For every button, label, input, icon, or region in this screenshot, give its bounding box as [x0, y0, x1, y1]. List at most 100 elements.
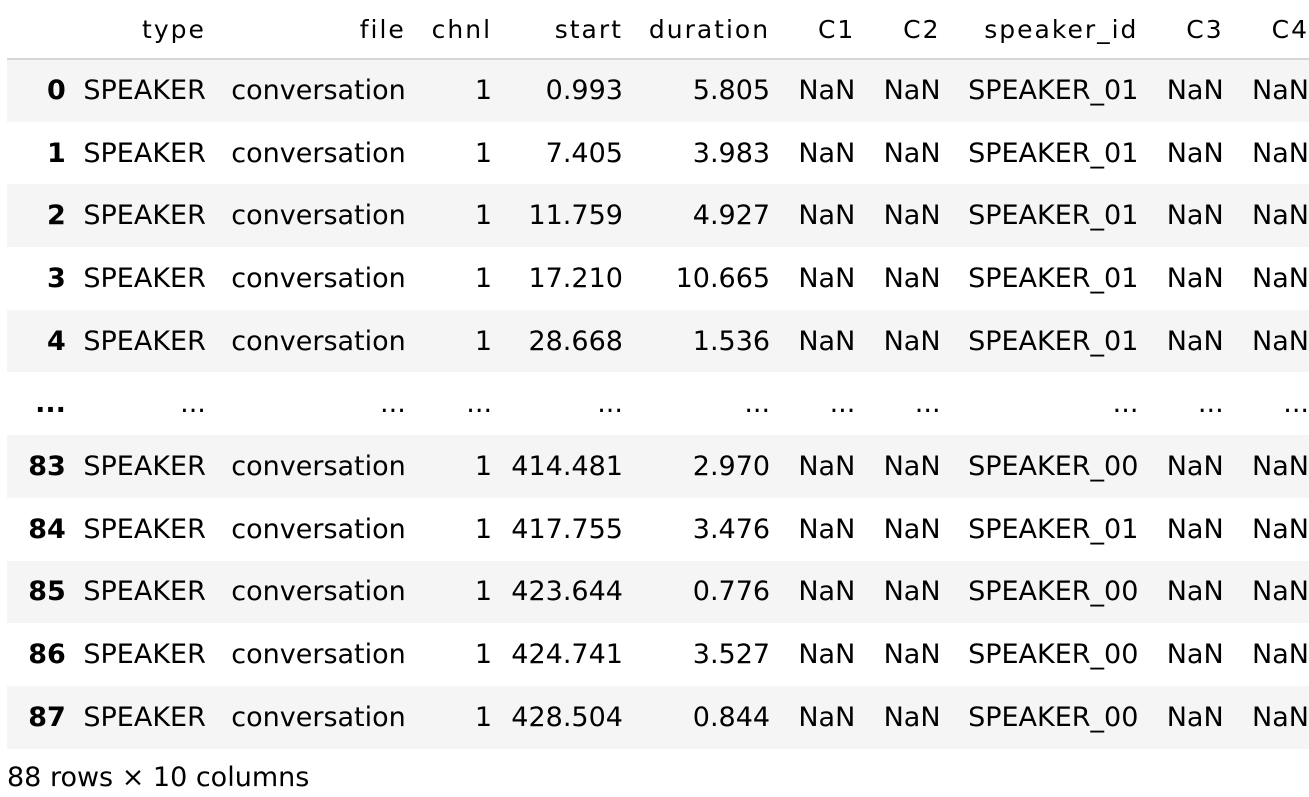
cell-c3: NaN	[1166, 137, 1224, 169]
cell-start: 17.210	[528, 262, 623, 294]
cell-speaker-id: SPEAKER_00	[968, 639, 1139, 671]
row-index-cell: 3	[47, 262, 66, 294]
cell-c3: NaN	[1166, 75, 1224, 107]
table-row: 85 SPEAKER conversation 1 423.644 0.776 NaN NaN…	[7, 560, 1309, 624]
cell-chnl: 1	[474, 325, 493, 357]
cell-c2: NaN	[883, 639, 941, 671]
cell-chnl: 1	[474, 200, 493, 232]
table-row: 84 SPEAKER conversation 1 417.755 3.476 NaN NaN…	[7, 497, 1309, 561]
cell-chnl: 1	[474, 75, 493, 107]
column-header-c2: C2	[855, 0, 941, 60]
cell-start: 428.504	[511, 701, 623, 733]
row-index-cell: ...	[35, 388, 66, 420]
row-index-cell: 83	[28, 450, 66, 482]
cell-c1: NaN	[798, 639, 856, 671]
cell-type: SPEAKER	[83, 75, 206, 107]
cell-start: 28.668	[528, 325, 623, 357]
cell-start: 7.405	[545, 137, 623, 169]
cell-c2: NaN	[883, 262, 941, 294]
table-row: 86 SPEAKER conversation 1 424.741 3.527 NaN NaN…	[7, 623, 1309, 686]
cell-duration: 1.536	[692, 325, 771, 357]
cell-c3: NaN	[1166, 513, 1224, 545]
cell-start: 424.741	[511, 639, 623, 671]
cell-file: conversation	[231, 325, 406, 357]
cell-chnl: 1	[474, 262, 493, 294]
cell-speaker-id: SPEAKER_01	[968, 200, 1139, 232]
table-body: 0 SPEAKER conversation 1 0.993 5.805 NaN NaN SPE…	[7, 59, 1309, 749]
cell-duration: 10.665	[675, 262, 771, 294]
table-row: 2 SPEAKER conversation 1 11.759 4.927 NaN NaN SP…	[7, 184, 1309, 248]
cell-c2: NaN	[883, 513, 941, 545]
cell-c3: NaN	[1166, 325, 1224, 357]
cell-file: ...	[380, 388, 406, 420]
cell-c3: NaN	[1166, 450, 1224, 482]
cell-c3: NaN	[1166, 576, 1224, 608]
cell-c3: ...	[1197, 388, 1224, 420]
cell-chnl: ...	[466, 388, 493, 420]
cell-c4: NaN	[1252, 200, 1309, 232]
cell-file: conversation	[231, 513, 406, 545]
cell-duration: ...	[744, 388, 771, 420]
cell-c3: NaN	[1166, 639, 1224, 671]
cell-c2: NaN	[883, 701, 941, 733]
table-row: 87 SPEAKER conversation 1 428.504 0.844 NaN NaN…	[7, 685, 1309, 749]
cell-c1: NaN	[798, 325, 856, 357]
cell-duration: 2.970	[692, 450, 771, 482]
cell-file: conversation	[231, 262, 406, 294]
table-row: 1 SPEAKER conversation 1 7.405 3.983 NaN NaN SPE…	[7, 121, 1309, 185]
cell-c2: ...	[914, 388, 941, 420]
cell-start: 0.993	[545, 75, 623, 107]
cell-c2: NaN	[883, 325, 941, 357]
dataframe-output: type file chnl start duration C1 C2 spea…	[7, 0, 1309, 749]
cell-speaker-id: SPEAKER_01	[968, 325, 1139, 357]
cell-duration: 5.805	[692, 75, 771, 107]
cell-type: SPEAKER	[83, 513, 206, 545]
cell-file: conversation	[231, 75, 406, 107]
cell-duration: 3.983	[692, 137, 771, 169]
cell-c1: ...	[829, 388, 856, 420]
cell-chnl: 1	[474, 701, 493, 733]
cell-file: conversation	[231, 450, 406, 482]
cell-c3: NaN	[1166, 200, 1224, 232]
row-index-cell: 2	[47, 200, 66, 232]
cell-duration: 3.527	[692, 639, 771, 671]
cell-type: SPEAKER	[83, 137, 206, 169]
cell-chnl: 1	[474, 137, 493, 169]
cell-c1: NaN	[798, 576, 856, 608]
cell-chnl: 1	[474, 450, 493, 482]
cell-start: 423.644	[511, 576, 623, 608]
table-row: 4 SPEAKER conversation 1 28.668 1.536 NaN NaN SP…	[7, 309, 1309, 373]
cell-duration: 3.476	[692, 513, 771, 545]
cell-type: SPEAKER	[83, 450, 206, 482]
cell-c2: NaN	[883, 450, 941, 482]
cell-c2: NaN	[883, 137, 941, 169]
cell-file: conversation	[231, 701, 406, 733]
cell-duration: 4.927	[692, 200, 771, 232]
cell-type: SPEAKER	[83, 576, 206, 608]
cell-c1: NaN	[798, 137, 856, 169]
column-header-c3: C3	[1138, 0, 1224, 60]
cell-c2: NaN	[883, 75, 941, 107]
cell-start: 414.481	[511, 450, 623, 482]
row-index-cell: 86	[28, 639, 66, 671]
column-header-chnl: chnl	[405, 0, 493, 60]
column-header-speaker-id: speaker_id	[940, 0, 1139, 60]
column-header-index	[7, 0, 66, 60]
cell-type: SPEAKER	[83, 639, 206, 671]
cell-c1: NaN	[798, 262, 856, 294]
cell-duration: 0.844	[692, 701, 771, 733]
cell-c4: NaN	[1252, 450, 1309, 482]
cell-file: conversation	[231, 137, 406, 169]
table-row: 83 SPEAKER conversation 1 414.481 2.970 NaN NaN…	[7, 435, 1309, 498]
cell-speaker-id: SPEAKER_00	[968, 450, 1139, 482]
column-header-c4: C4	[1223, 0, 1309, 60]
cell-start: ...	[597, 388, 623, 420]
table-row: 0 SPEAKER conversation 1 0.993 5.805 NaN NaN SPE…	[7, 59, 1309, 122]
row-index-cell: 84	[28, 513, 66, 545]
cell-duration: 0.776	[692, 576, 771, 608]
cell-c4: NaN	[1252, 262, 1309, 294]
table-header: type file chnl start duration C1 C2 spea…	[7, 0, 1309, 60]
cell-c1: NaN	[798, 200, 856, 232]
table-row: 3 SPEAKER conversation 1 17.210 10.665 NaN NaN S…	[7, 247, 1309, 310]
row-index-cell: 87	[28, 701, 66, 733]
